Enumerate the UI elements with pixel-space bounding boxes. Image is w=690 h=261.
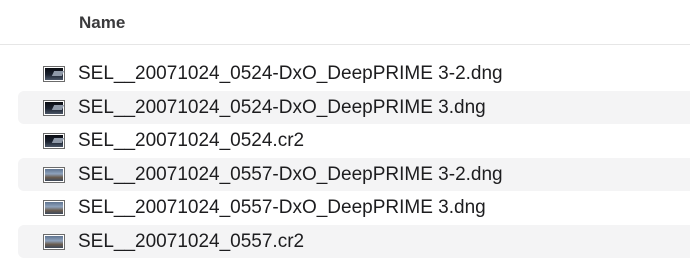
file-name: SEL__20071024_0557.cr2 bbox=[78, 230, 305, 252]
file-row[interactable]: SEL__20071024_0557-DxO_DeepPRIME 3-2.dng bbox=[18, 157, 690, 191]
landscape-photo-thumbnail-icon bbox=[43, 166, 65, 183]
dark-photo-thumbnail-icon bbox=[43, 99, 65, 116]
landscape-photo-thumbnail-icon bbox=[43, 200, 65, 216]
column-header: Name bbox=[0, 0, 690, 45]
file-row[interactable]: SEL__20071024_0524.cr2 bbox=[18, 124, 690, 158]
landscape-photo-thumbnail-icon bbox=[43, 233, 65, 250]
file-row[interactable]: SEL__20071024_0524-DxO_DeepPRIME 3.dng bbox=[18, 90, 690, 124]
name-column-header[interactable]: Name bbox=[79, 13, 125, 33]
file-row[interactable]: SEL__20071024_0557-DxO_DeepPRIME 3.dng bbox=[18, 191, 690, 225]
dark-photo-thumbnail-icon bbox=[43, 66, 65, 82]
dark-photo-thumbnail-icon bbox=[43, 133, 65, 149]
file-row[interactable]: SEL__20071024_0557.cr2 bbox=[18, 224, 690, 258]
file-name: SEL__20071024_0524.cr2 bbox=[78, 130, 305, 151]
file-list: SEL__20071024_0524-DxO_DeepPRIME 3-2.dng… bbox=[18, 57, 690, 258]
file-row[interactable]: SEL__20071024_0524-DxO_DeepPRIME 3-2.dng bbox=[18, 57, 690, 91]
file-name: SEL__20071024_0557-DxO_DeepPRIME 3.dng bbox=[78, 197, 486, 218]
file-name: SEL__20071024_0524-DxO_DeepPRIME 3.dng bbox=[78, 96, 486, 118]
file-name: SEL__20071024_0557-DxO_DeepPRIME 3-2.dng bbox=[78, 163, 503, 185]
file-name: SEL__20071024_0524-DxO_DeepPRIME 3-2.dng bbox=[78, 63, 503, 84]
